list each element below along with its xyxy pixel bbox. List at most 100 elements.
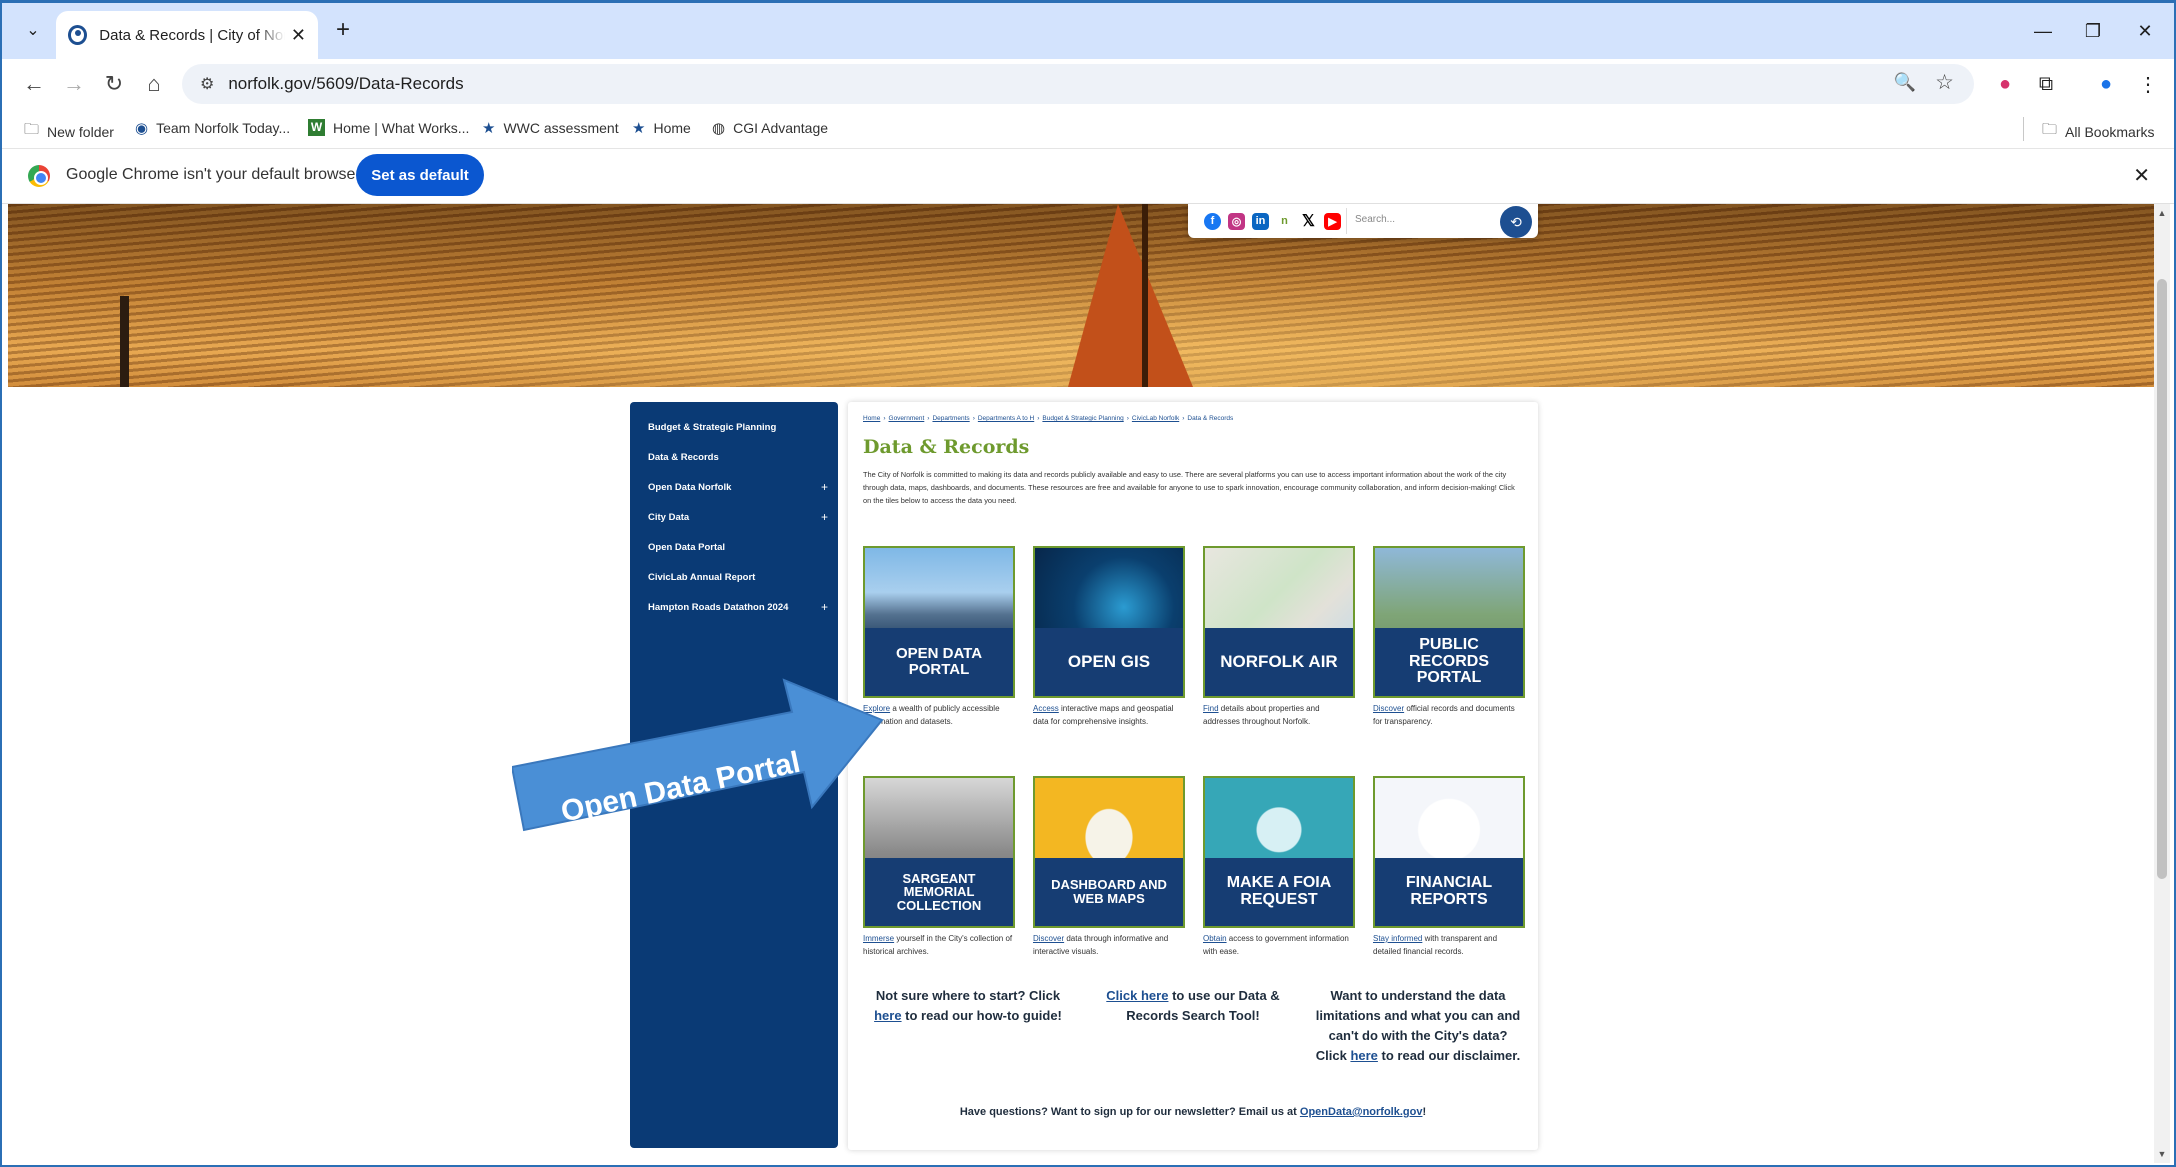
scroll-down-icon[interactable]: ▼ bbox=[2157, 1149, 2167, 1159]
expand-icon[interactable]: + bbox=[821, 510, 828, 524]
bookmark-new-folder[interactable]: 🗀 New folder bbox=[24, 119, 114, 144]
sidebar-item-open-data-portal[interactable]: Open Data Portal bbox=[630, 532, 838, 562]
tile-image: FINANCIAL REPORTS bbox=[1373, 776, 1525, 928]
scroll-up-icon[interactable]: ▲ bbox=[2157, 208, 2167, 218]
tile-label: OPEN GIS bbox=[1035, 628, 1183, 696]
new-tab-button[interactable]: + bbox=[328, 15, 358, 45]
tile-link[interactable]: Immerse bbox=[863, 934, 894, 943]
tile-link[interactable]: Access bbox=[1033, 704, 1059, 713]
infobar-close-icon[interactable]: ✕ bbox=[2133, 163, 2150, 188]
tile-link[interactable]: Discover bbox=[1033, 934, 1064, 943]
breadcrumb-sep: › bbox=[927, 415, 930, 422]
all-bookmarks-button[interactable]: 🗀 All Bookmarks bbox=[2042, 119, 2154, 144]
norfolk-icon: ◉ bbox=[135, 120, 149, 137]
scroll-thumb[interactable] bbox=[2157, 279, 2167, 879]
bookmark-wwc-assessment[interactable]: ★ WWC assessment bbox=[482, 119, 619, 137]
linkedin-icon[interactable]: in bbox=[1252, 212, 1269, 230]
facebook-icon[interactable]: f bbox=[1204, 212, 1221, 230]
email-link[interactable]: OpenData@norfolk.gov bbox=[1300, 1106, 1423, 1118]
reload-button[interactable]: ↻ bbox=[98, 68, 130, 100]
sailboat-image bbox=[1068, 204, 1193, 387]
forward-button[interactable]: → bbox=[58, 68, 90, 100]
bookmarks-separator bbox=[2023, 117, 2024, 141]
tile-open-gis[interactable]: OPEN GIS Access interactive maps and geo… bbox=[1033, 546, 1185, 728]
x-icon[interactable]: 𝕏 bbox=[1300, 212, 1317, 230]
bookmark-team-norfolk[interactable]: ◉ Team Norfolk Today... bbox=[135, 119, 290, 137]
howto-guide-text: Not sure where to start? Click here to r… bbox=[863, 986, 1073, 1026]
sidebar-item-budget[interactable]: Budget & Strategic Planning bbox=[630, 412, 838, 442]
tile-dashboard-web-maps[interactable]: DASHBOARD AND WEB MAPS Discover data thr… bbox=[1033, 776, 1185, 958]
breadcrumb-link[interactable]: Budget & Strategic Planning bbox=[1042, 415, 1123, 422]
page-scrollbar[interactable]: ▲ ▼ bbox=[2154, 204, 2170, 1163]
search-tool-link[interactable]: Click here bbox=[1106, 988, 1168, 1003]
zoom-icon[interactable]: 🔍 bbox=[1894, 72, 1916, 93]
close-window-button[interactable]: ✕ bbox=[2122, 13, 2168, 49]
star-icon: ★ bbox=[632, 120, 646, 137]
tile-link[interactable]: Obtain bbox=[1203, 934, 1227, 943]
tile-norfolk-air[interactable]: NORFOLK AIR Find details about propertie… bbox=[1203, 546, 1355, 728]
bookmark-label: WWC assessment bbox=[503, 120, 619, 136]
active-tab[interactable]: Data & Records | City of Norfolk ✕ bbox=[56, 11, 318, 59]
breadcrumb-link[interactable]: Departments bbox=[932, 415, 969, 422]
tile-label: MAKE A FOIA REQUEST bbox=[1205, 858, 1353, 926]
tile-link[interactable]: Find bbox=[1203, 704, 1219, 713]
callout-arrow: Open Data Portal bbox=[512, 678, 884, 832]
expand-icon[interactable]: + bbox=[821, 600, 828, 614]
restore-button[interactable]: ❐ bbox=[2070, 13, 2116, 49]
tab-strip: ⌄ Data & Records | City of Norfolk ✕ + —… bbox=[2, 3, 2174, 59]
extension-icon[interactable]: ● bbox=[1989, 68, 2021, 100]
all-bookmarks-label: All Bookmarks bbox=[2065, 123, 2155, 140]
bookmark-label: Home bbox=[653, 120, 691, 136]
tab-close-icon[interactable]: ✕ bbox=[291, 25, 306, 46]
bookmark-home[interactable]: ★ Home bbox=[632, 119, 691, 137]
site-info-icon[interactable]: ⚙ bbox=[200, 74, 214, 94]
profile-avatar-icon[interactable]: ● bbox=[2090, 68, 2122, 100]
howto-guide-link[interactable]: here bbox=[874, 1008, 901, 1023]
set-as-default-button[interactable]: Set as default bbox=[356, 154, 484, 196]
sidebar-item-civiclab-report[interactable]: CivicLab Annual Report bbox=[630, 562, 838, 592]
mast-image bbox=[1142, 204, 1148, 387]
url-text: norfolk.gov/5609/Data-Records bbox=[228, 74, 464, 93]
bookmarks-bar: 🗀 New folder ◉ Team Norfolk Today... W Home… bbox=[2, 109, 2174, 149]
tile-label: NORFOLK AIR bbox=[1205, 628, 1353, 696]
instagram-icon[interactable]: ◎ bbox=[1228, 212, 1245, 230]
tile-link[interactable]: Stay informed bbox=[1373, 934, 1422, 943]
page-viewport: f ◎ in n 𝕏 ▶ Search... ⟲ Budget & Strate… bbox=[8, 204, 2154, 1163]
sidebar-item-label: Data & Records bbox=[648, 451, 719, 463]
sidebar-item-datathon[interactable]: Hampton Roads Datathon 2024 + bbox=[630, 592, 838, 622]
address-bar[interactable]: ⚙ norfolk.gov/5609/Data-Records 🔍 ☆ bbox=[182, 64, 1974, 104]
bookmark-star-icon[interactable]: ☆ bbox=[1935, 70, 1954, 95]
site-search-button[interactable]: ⟲ bbox=[1500, 206, 1532, 238]
chrome-menu-icon[interactable]: ⋮ bbox=[2132, 68, 2164, 100]
newsletter-text: Have questions? Want to sign up for our … bbox=[959, 1106, 1300, 1118]
extensions-puzzle-icon[interactable]: ⧉ bbox=[2030, 68, 2062, 100]
tile-public-records[interactable]: PUBLIC RECORDS PORTAL Discover official … bbox=[1373, 546, 1525, 728]
minimize-button[interactable]: — bbox=[2020, 13, 2066, 49]
breadcrumb-link[interactable]: CivicLab Norfolk bbox=[1132, 415, 1179, 422]
breadcrumb-link[interactable]: Government bbox=[889, 415, 925, 422]
tile-image: OPEN GIS bbox=[1033, 546, 1185, 698]
nextdoor-icon[interactable]: n bbox=[1276, 212, 1293, 230]
back-button[interactable]: ← bbox=[18, 68, 50, 100]
home-button[interactable]: ⌂ bbox=[138, 68, 170, 100]
breadcrumb-link[interactable]: Departments A to H bbox=[978, 415, 1034, 422]
bookmark-what-works[interactable]: W Home | What Works... bbox=[308, 119, 469, 136]
breadcrumb-sep: › bbox=[883, 415, 886, 422]
sidebar-item-open-data-norfolk[interactable]: Open Data Norfolk + bbox=[630, 472, 838, 502]
sidebar-item-data-records[interactable]: Data & Records bbox=[630, 442, 838, 472]
w-icon: W bbox=[308, 119, 325, 136]
bookmark-cgi-advantage[interactable]: ◍ CGI Advantage bbox=[712, 119, 828, 137]
tile-label: FINANCIAL REPORTS bbox=[1375, 858, 1523, 926]
disclaimer-link[interactable]: here bbox=[1350, 1048, 1377, 1063]
sidebar-item-label: Budget & Strategic Planning bbox=[648, 421, 777, 433]
youtube-icon[interactable]: ▶ bbox=[1324, 212, 1341, 230]
tile-link[interactable]: Discover bbox=[1373, 704, 1404, 713]
tile-foia-request[interactable]: MAKE A FOIA REQUEST Obtain access to gov… bbox=[1203, 776, 1355, 958]
tile-financial-reports[interactable]: FINANCIAL REPORTS Stay informed with tra… bbox=[1373, 776, 1525, 958]
sidebar-item-city-data[interactable]: City Data + bbox=[630, 502, 838, 532]
site-search-input[interactable]: Search... bbox=[1346, 208, 1486, 234]
folder-icon: 🗀 bbox=[24, 121, 40, 138]
tab-search-button[interactable]: ⌄ bbox=[18, 15, 48, 45]
expand-icon[interactable]: + bbox=[821, 480, 828, 494]
breadcrumb-link[interactable]: Home bbox=[863, 415, 880, 422]
